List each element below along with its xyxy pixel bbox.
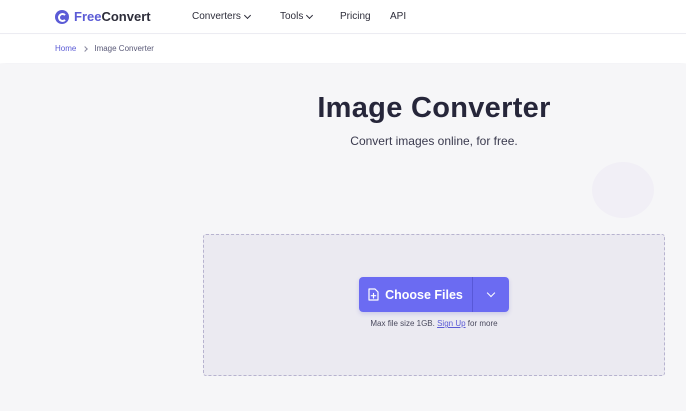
choose-files-button[interactable]: Choose Files [359,277,473,312]
max-file-size-note: Max file size 1GB. Sign Up for more [0,319,686,328]
sign-up-link[interactable]: Sign Up [437,319,465,328]
nav-converters-label: Converters [192,11,241,22]
chevron-right-icon [82,45,89,52]
logo-text-convert: Convert [101,9,151,24]
chevron-down-icon [486,288,496,298]
breadcrumb-current: Image Converter [94,44,154,53]
decorative-blob [592,162,654,218]
nav-tools-label: Tools [280,11,304,22]
page-subtitle: Convert images online, for free. [350,134,518,148]
file-plus-icon [368,288,379,301]
chevron-down-icon [243,11,251,19]
nav-pricing[interactable]: Pricing [340,11,371,22]
freeconvert-logo[interactable]: FreeConvert [55,9,151,24]
max-size-suffix: for more [467,319,498,328]
choose-files-label: Choose Files [385,287,463,302]
nav-api[interactable]: API [390,11,406,22]
logo-text-free: Free [74,9,102,24]
breadcrumb-home[interactable]: Home [55,44,76,53]
top-header: FreeConvert Converters Tools Pricing API [0,0,686,34]
choose-files-group: Choose Files [359,277,509,312]
logo-icon [55,9,69,24]
breadcrumb-bar: Home Image Converter [0,35,686,63]
page-title: Image Converter [317,92,551,124]
max-size-text: Max file size 1GB. [370,319,435,328]
nav-tools[interactable]: Tools [280,11,314,22]
breadcrumb: Home Image Converter [55,44,154,53]
nav-converters[interactable]: Converters [192,11,251,22]
nav-pricing-label: Pricing [340,11,371,22]
upload-source-dropdown[interactable] [473,277,509,312]
nav-api-label: API [390,11,407,22]
chevron-down-icon [306,11,314,19]
